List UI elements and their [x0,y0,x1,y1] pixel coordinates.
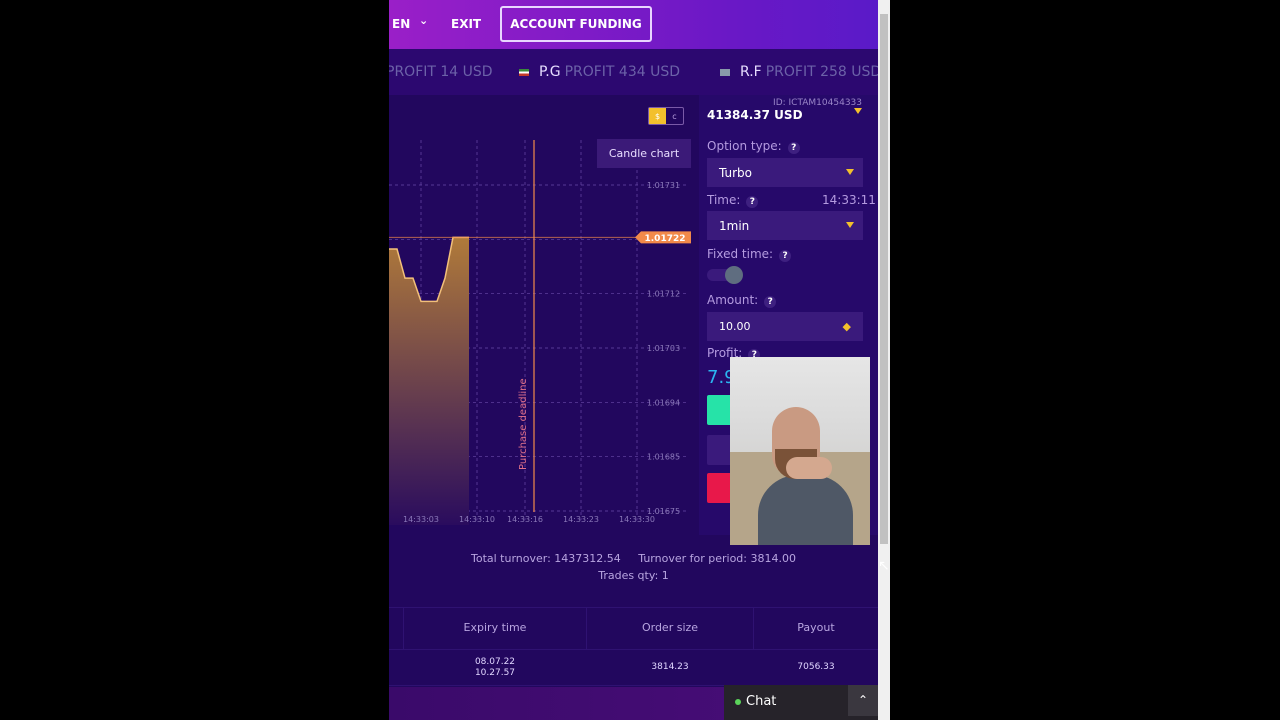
account-dropdown-icon[interactable] [854,108,862,114]
total-turnover: Total turnover: 1437312.54 [471,552,621,565]
account-balance: 41384.37 USD [707,108,803,122]
ticker-item: PROFIT 14 USD [389,64,493,80]
option-type-select[interactable]: Turbo [707,158,863,187]
x-tick-label: 14:33:10 [459,515,495,524]
header-payout[interactable]: Payout [754,621,878,634]
header-order-size[interactable]: Order size [587,621,753,634]
scrollbar-thumb[interactable] [880,14,888,544]
help-icon[interactable]: ? [779,250,792,262]
amount-label: Amount:? [707,293,777,308]
currency-toggle[interactable]: $ c [648,107,684,125]
online-status-icon [735,699,741,705]
current-price-tag: 1.01722 [635,231,691,244]
exit-link[interactable]: EXIT [451,17,481,31]
chat-widget[interactable]: Chat ⌃ [724,685,878,720]
y-tick-label: 1.01703 [647,344,680,353]
time-select[interactable]: 1min [707,211,863,240]
ticker-item: P.G PROFIT 434 USD [519,64,680,80]
webcam-overlay [730,357,870,545]
currency-other[interactable]: c [666,108,683,124]
chevron-up-icon[interactable]: ⌃ [848,685,878,716]
mouse-cursor-icon: ↖ [878,558,890,574]
help-icon[interactable]: ? [787,142,800,154]
chevron-down-icon[interactable]: ⌄ [419,14,428,27]
period-turnover: Turnover for period: 3814.00 [638,552,796,565]
currency-usd[interactable]: $ [649,108,666,124]
time-label: Time:? [707,193,759,208]
current-time: 14:33:11 [822,193,876,207]
account-funding-button[interactable]: ACCOUNT FUNDING [500,6,652,42]
account-id: ID: ICTAM10454333 [773,98,862,108]
language-selector[interactable]: EN [392,17,410,31]
option-type-label: Option type:? [707,139,800,154]
top-bar: EN ⌄ EXIT ACCOUNT FUNDING [389,0,878,49]
profit-ticker: PROFIT 14 USD P.G PROFIT 434 USD R.F PROFI… [389,49,878,95]
x-tick-label: 14:33:03 [403,515,439,524]
price-area [389,237,469,525]
x-tick-label: 14:33:30 [619,515,655,524]
payout-cell: 7056.33 [797,662,835,672]
x-tick-label: 14:33:23 [563,515,599,524]
turnover-stats: Total turnover: 1437312.54 Turnover for … [389,550,878,584]
x-tick-label: 14:33:16 [507,515,543,524]
fixed-time-label: Fixed time:? [707,247,792,262]
diamond-stepper-icon[interactable]: ◆ [843,320,851,333]
svg-text:1.01722: 1.01722 [645,234,686,244]
candle-chart-button[interactable]: Candle chart [597,139,691,168]
y-tick-label: 1.01731 [647,181,680,190]
order-size-cell: 3814.23 [651,662,689,672]
expiry-cell: 08.07.22 10.27.57 [474,657,516,678]
scrollbar[interactable] [878,0,890,720]
chat-label: Chat [746,694,777,709]
amount-input[interactable]: 10.00 ◆ [707,312,863,341]
price-chart[interactable]: Purchase deadline 1.01731 1.01722 1.01712 1… [389,137,699,532]
ticker-item: R.F PROFIT 258 USD [720,64,878,80]
y-tick-label: 1.01712 [647,290,680,299]
help-icon[interactable]: ? [764,296,777,308]
fixed-time-toggle[interactable] [707,265,745,285]
flag-icon [720,68,730,76]
dropdown-arrow-icon [846,169,854,175]
header-expiry-time[interactable]: Expiry time [404,621,586,634]
trades-qty: Trades qty: 1 [598,569,669,582]
purchase-deadline-label: Purchase deadline [518,378,529,470]
y-tick-label: 1.01685 [647,453,680,462]
dropdown-arrow-icon [846,222,854,228]
help-icon[interactable]: ? [746,196,759,208]
y-tick-label: 1.01694 [647,398,680,407]
flag-icon [519,68,529,76]
